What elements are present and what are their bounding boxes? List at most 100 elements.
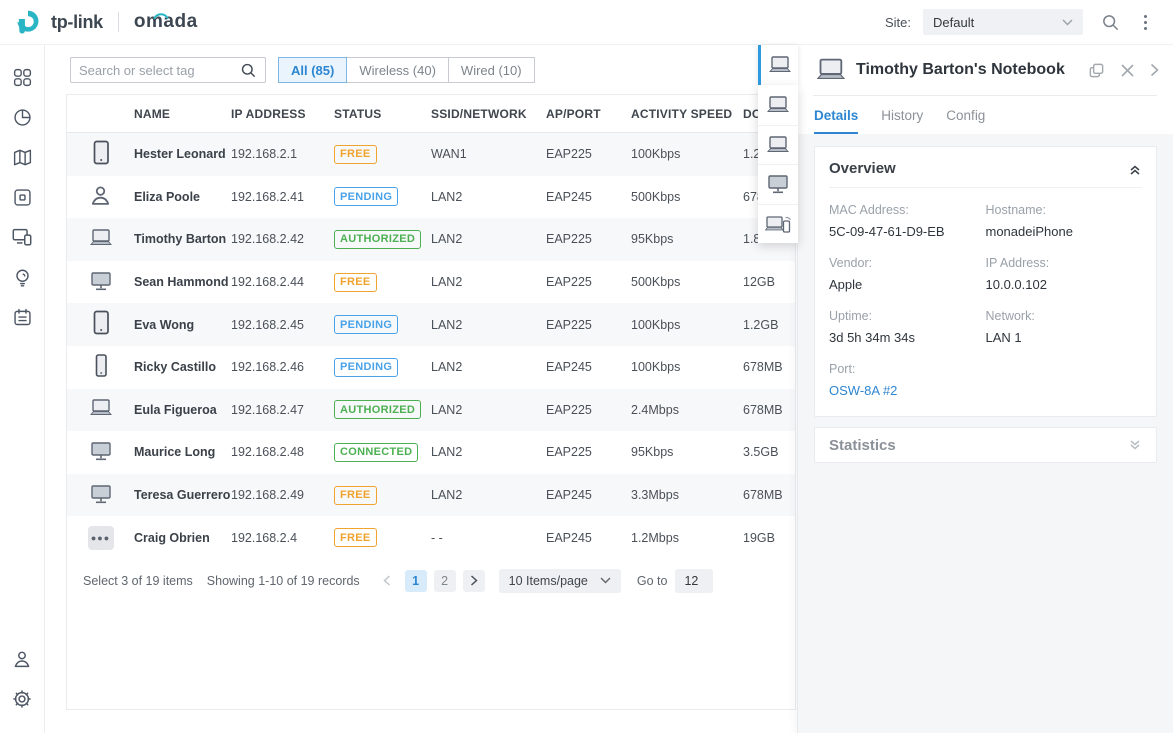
client-speed: 100Kbps (631, 318, 743, 332)
client-speed: 500Kbps (631, 275, 743, 289)
client-download: 678MB (743, 403, 795, 417)
client-ip: 192.168.2.41 (231, 190, 334, 204)
search-icon[interactable] (240, 62, 257, 79)
client-ap: EAP225 (546, 318, 631, 332)
table-row[interactable]: Timothy Barton 192.168.2.42 AUTHORIZED L… (67, 218, 795, 261)
client-name: Teresa Guerrero (134, 488, 231, 502)
sidebar-item-settings[interactable] (0, 679, 45, 719)
items-per-page-select[interactable]: 10 Items/page (499, 569, 621, 593)
tab-wired[interactable]: Wired (10) (448, 57, 535, 83)
collapse-icon[interactable] (1128, 162, 1142, 176)
sidebar-item-dashboard[interactable] (0, 57, 45, 97)
chevron-down-icon (600, 577, 611, 584)
table-row[interactable]: Eliza Poole 192.168.2.41 PENDING LAN2 EA… (67, 176, 795, 219)
page-button-2[interactable]: 2 (434, 570, 456, 592)
table-row[interactable]: Hester Leonard 192.168.2.1 FREE WAN1 EAP… (67, 133, 795, 176)
tag-search-input[interactable] (79, 63, 240, 78)
chevron-down-icon (1062, 19, 1073, 26)
sidebar-item-clients[interactable] (0, 217, 45, 257)
client-ap: EAP245 (546, 531, 631, 545)
client-ip: 192.168.2.48 (231, 445, 334, 459)
client-details-panel: Timothy Barton's Notebook Details Histor (797, 45, 1173, 733)
device-icon (91, 140, 111, 169)
status-badge: PENDING (334, 187, 398, 206)
select-info: Select 3 of 19 items (83, 574, 193, 588)
statistics-title: Statistics (829, 437, 896, 454)
pagination-bar: Select 3 of 19 items Showing 1-10 of 19 … (67, 559, 795, 603)
tab-wireless[interactable]: Wireless (40) (346, 57, 449, 83)
showing-info: Showing 1-10 of 19 records (207, 574, 360, 588)
sidebar-item-log[interactable] (0, 297, 45, 337)
site-select[interactable]: Default (923, 9, 1083, 35)
table-row[interactable]: Ricky Castillo 192.168.2.46 PENDING LAN2… (67, 346, 795, 389)
client-network: LAN2 (431, 190, 546, 204)
global-search-icon[interactable] (1101, 13, 1120, 32)
icon-option-laptop[interactable] (758, 125, 798, 165)
toolbar: All (85) Wireless (40) Wired (10) (70, 57, 535, 83)
tab-details[interactable]: Details (814, 96, 858, 134)
tag-search-box[interactable] (70, 57, 266, 83)
client-network: LAN2 (431, 232, 546, 246)
close-icon[interactable] (1120, 63, 1135, 78)
client-ap: EAP245 (546, 360, 631, 374)
status-badge: CONNECTED (334, 443, 418, 462)
field-hostname: Hostname: monadeiPhone (986, 203, 1143, 239)
device-icon (88, 271, 114, 294)
statistics-card[interactable]: Statistics (814, 427, 1157, 463)
icon-option-laptop-phone[interactable] (758, 204, 798, 244)
port-link[interactable]: OSW-8A #2 (829, 383, 1142, 398)
topbar: tp-link omada Site: Default (0, 0, 1173, 45)
next-page-button[interactable] (463, 570, 485, 592)
client-ip: 192.168.2.4 (231, 531, 334, 545)
tab-all[interactable]: All (85) (278, 57, 347, 83)
expand-icon[interactable] (1128, 438, 1142, 452)
device-icon (91, 310, 111, 339)
status-badge: FREE (334, 528, 377, 547)
chevron-right-icon[interactable] (1150, 63, 1159, 77)
sidebar-item-map[interactable] (0, 137, 45, 177)
field-port: Port: OSW-8A #2 (829, 362, 1142, 398)
table-row[interactable]: Maurice Long 192.168.2.48 CONNECTED LAN2… (67, 431, 795, 474)
goto-label: Go to (637, 574, 668, 588)
status-badge: AUTHORIZED (334, 400, 421, 419)
status-badge: FREE (334, 486, 377, 505)
sidebar-item-insight[interactable] (0, 257, 45, 297)
table-header: NAME IP ADDRESS STATUS SSID/NETWORK AP/P… (67, 95, 795, 133)
device-icon (88, 228, 114, 251)
device-icon (88, 441, 114, 464)
client-ip: 192.168.2.44 (231, 275, 334, 289)
column-name: NAME (134, 107, 231, 121)
sidebar-item-account[interactable] (0, 639, 45, 679)
table-row[interactable]: Eula Figueroa 192.168.2.47 AUTHORIZED LA… (67, 389, 795, 432)
site-select-value: Default (933, 15, 974, 30)
prev-page-button[interactable] (376, 570, 398, 592)
goto-page-input[interactable] (675, 569, 713, 593)
more-menu-icon[interactable] (1138, 13, 1153, 32)
client-network: LAN2 (431, 275, 546, 289)
sidebar-item-devices[interactable] (0, 177, 45, 217)
overview-fields: MAC Address: 5C-09-47-61-D9-EB Hostname:… (829, 203, 1142, 398)
client-ap: EAP225 (546, 232, 631, 246)
table-row[interactable]: Teresa Guerrero 192.168.2.49 FREE LAN2 E… (67, 474, 795, 517)
sidebar-item-statistics[interactable] (0, 97, 45, 137)
icon-picker-trigger[interactable] (758, 45, 798, 85)
client-network: LAN2 (431, 445, 546, 459)
column-speed: ACTIVITY SPEED (631, 107, 743, 121)
device-icon: ●●● (88, 526, 114, 550)
client-ip: 192.168.2.46 (231, 360, 334, 374)
client-download: 1.2GB (743, 318, 795, 332)
icon-option-monitor[interactable] (758, 164, 798, 204)
field-ip-address: IP Address: 10.0.0.102 (986, 256, 1143, 292)
popout-icon[interactable] (1088, 62, 1105, 79)
client-ip: 192.168.2.47 (231, 403, 334, 417)
icon-option-laptop[interactable] (758, 85, 798, 125)
client-filter-tabs: All (85) Wireless (40) Wired (10) (278, 57, 535, 83)
field-uptime: Uptime: 3d 5h 34m 34s (829, 309, 986, 345)
tab-history[interactable]: History (881, 96, 923, 134)
page-button-1[interactable]: 1 (405, 570, 427, 592)
client-ip: 192.168.2.1 (231, 147, 334, 161)
tab-config[interactable]: Config (946, 96, 985, 134)
table-row[interactable]: Sean Hammond 192.168.2.44 FREE LAN2 EAP2… (67, 261, 795, 304)
table-row[interactable]: ●●● Craig Obrien 192.168.2.4 FREE - - EA… (67, 516, 795, 559)
table-row[interactable]: Eva Wong 192.168.2.45 PENDING LAN2 EAP22… (67, 303, 795, 346)
